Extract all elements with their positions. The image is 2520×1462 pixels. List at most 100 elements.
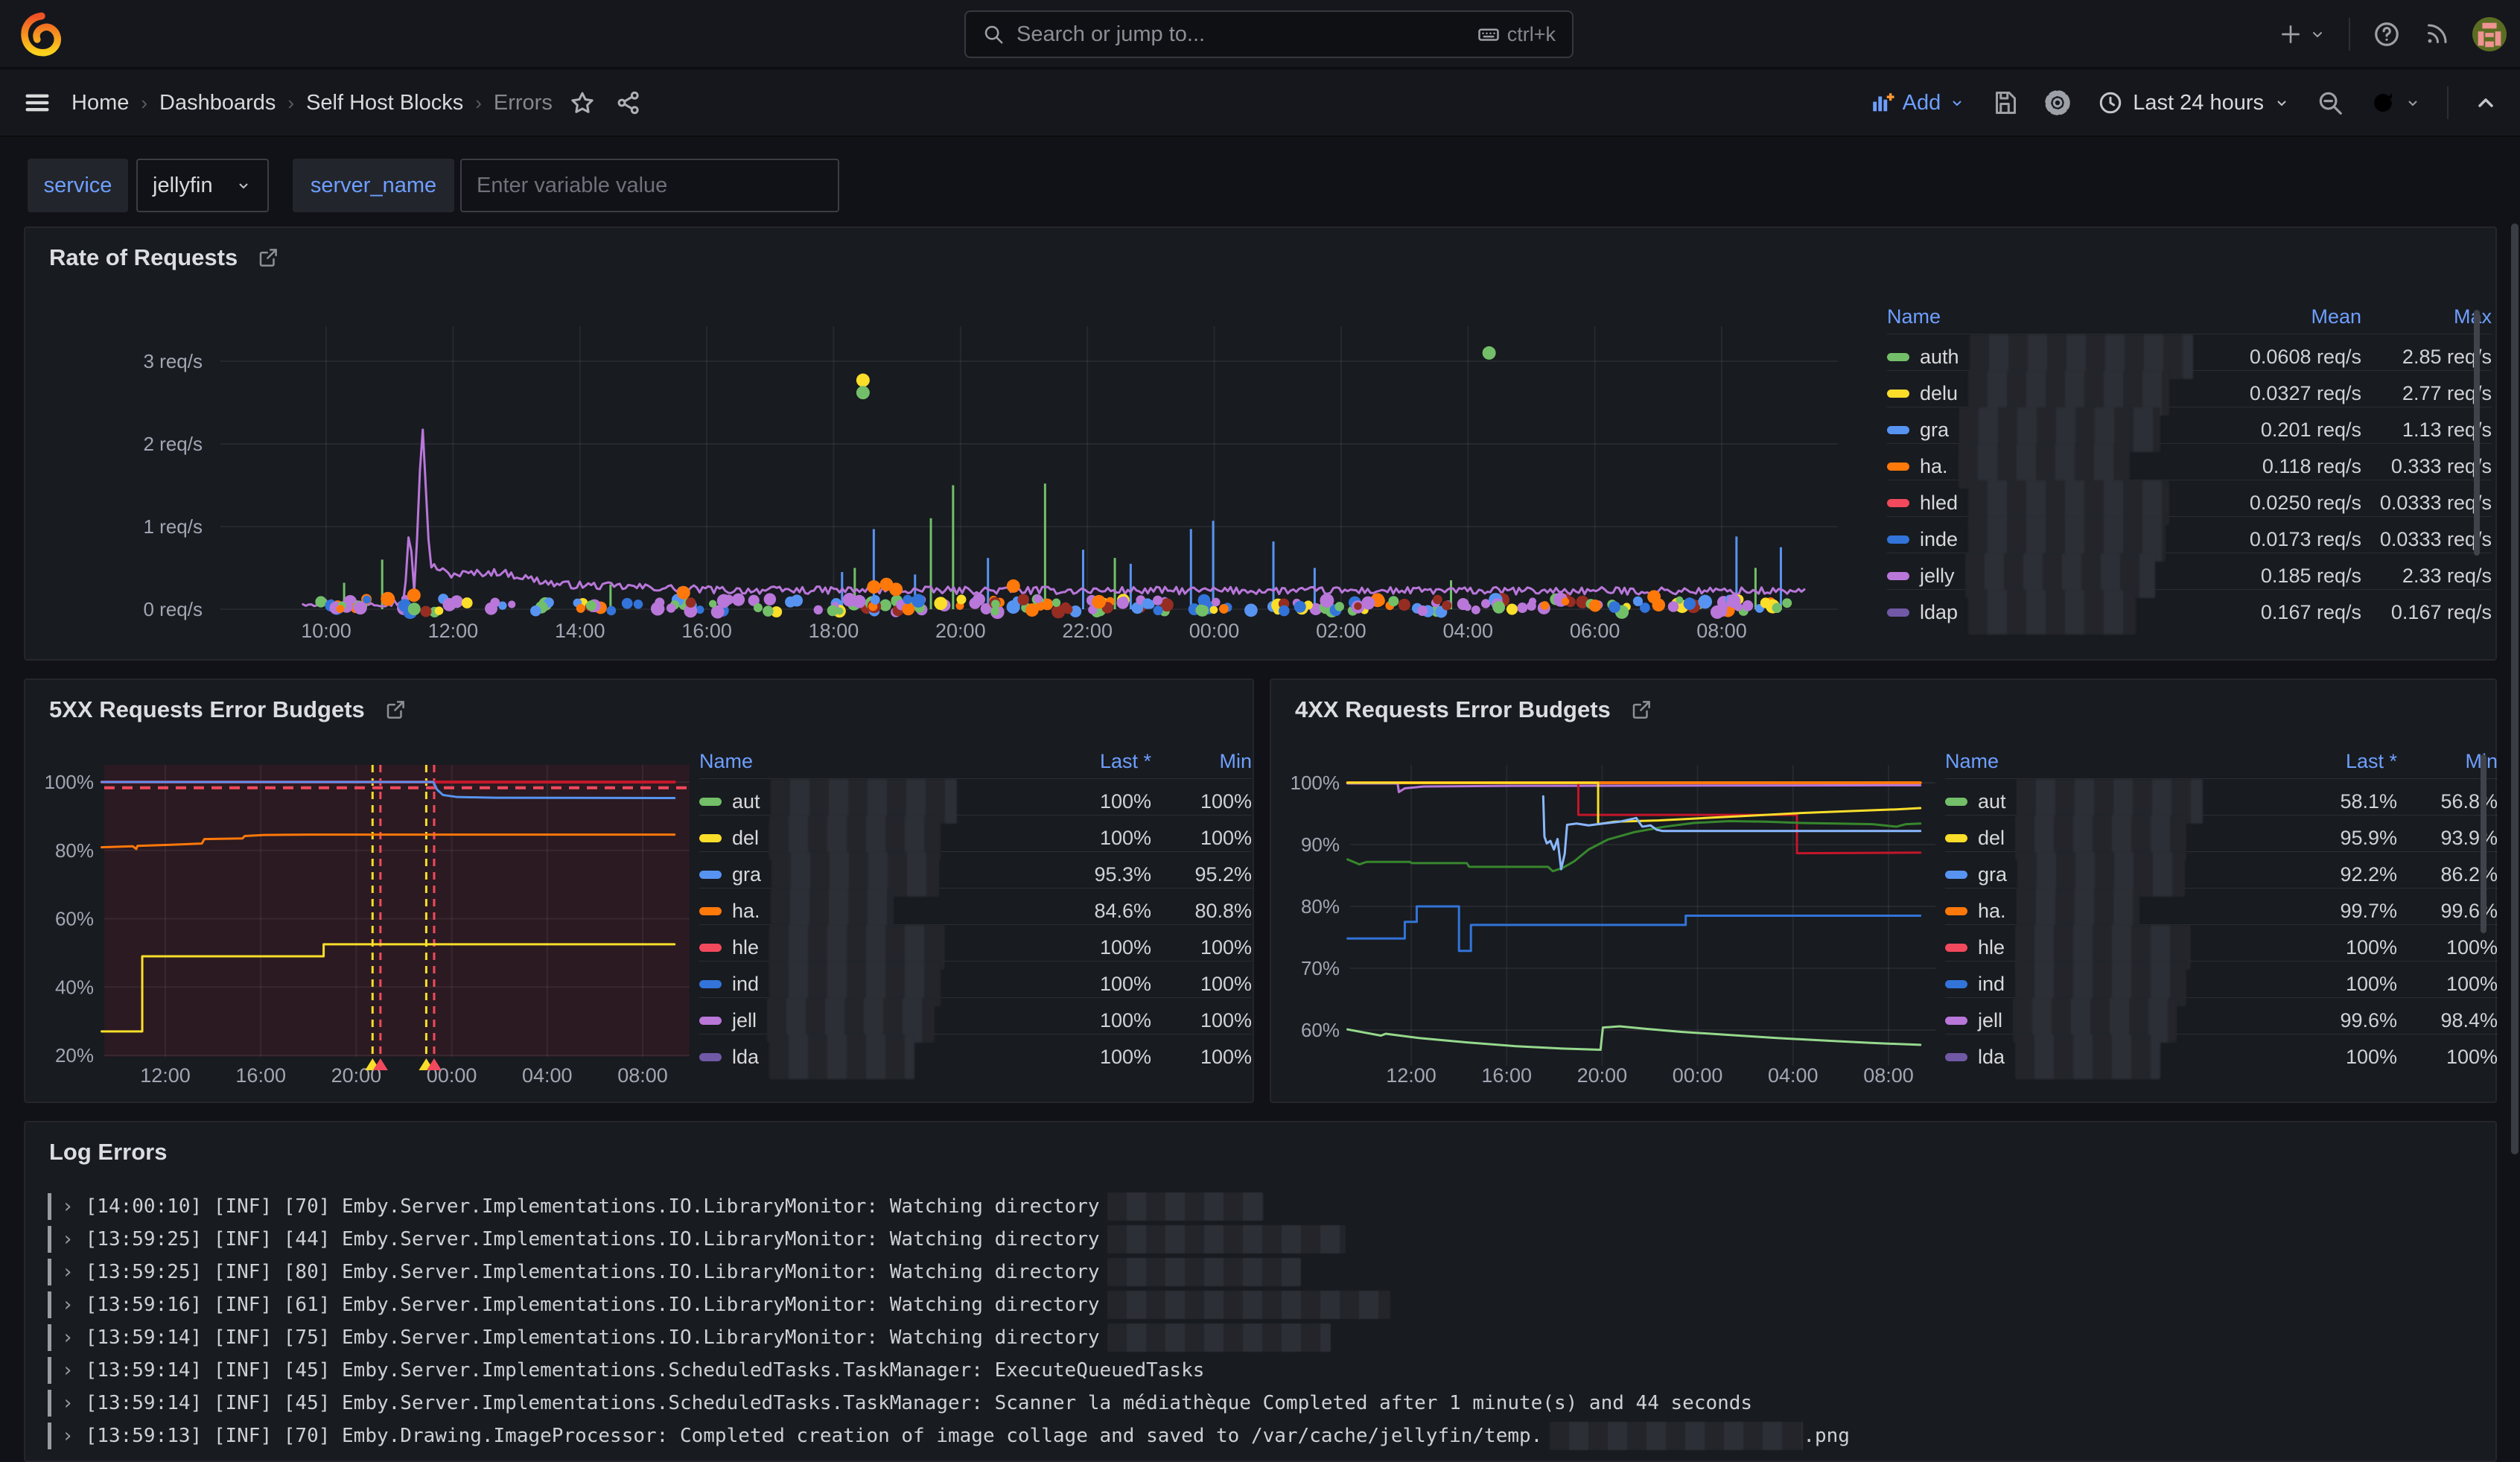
log-expand-icon[interactable]: › — [62, 1326, 74, 1349]
news-rss-icon[interactable] — [2423, 21, 2450, 48]
panel-title[interactable]: Rate of Requests — [49, 244, 279, 271]
log-row[interactable]: ›[13:59:25] [INF] [44] Emby.Server.Imple… — [48, 1224, 2473, 1255]
settings-gear-icon[interactable] — [2043, 89, 2072, 117]
svg-text:1 req/s: 1 req/s — [144, 515, 203, 538]
favorite-star-icon[interactable] — [569, 89, 596, 116]
log-row[interactable]: ›[13:59:14] [INF] [45] Emby.Server.Imple… — [48, 1388, 2473, 1419]
zoom-out-icon[interactable] — [2316, 89, 2344, 117]
server-name-input[interactable] — [477, 160, 823, 211]
clock-icon — [2097, 89, 2124, 116]
chevron-down-icon — [235, 177, 252, 194]
log-level-bar — [48, 1291, 51, 1318]
legend-col-mean[interactable]: Mean — [2201, 305, 2361, 328]
search-input[interactable] — [1016, 22, 1466, 47]
external-link-icon[interactable] — [257, 247, 279, 269]
log-expand-icon[interactable]: › — [62, 1261, 74, 1283]
log-row[interactable]: ›[14:00:10] [INF] [70] Emby.Server.Imple… — [48, 1191, 2473, 1222]
series-color-pill — [1945, 798, 1967, 806]
svg-text:2 req/s: 2 req/s — [144, 433, 203, 455]
legend-col-name[interactable]: Name — [1945, 750, 2285, 773]
series-name-prefix: del — [1978, 827, 2005, 850]
legend-col-last[interactable]: Last * — [2285, 750, 2397, 773]
legend-row: hle100%100% — [1945, 924, 2498, 961]
legend-series-name[interactable]: lda — [1945, 1034, 2285, 1079]
legend-col-name[interactable]: Name — [1887, 305, 2201, 328]
log-row[interactable]: ›[13:59:14] [INF] [75] Emby.Server.Imple… — [48, 1322, 2473, 1353]
variable-select-service[interactable]: jellyfin — [136, 159, 269, 212]
help-icon[interactable] — [2373, 20, 2401, 48]
global-search[interactable]: ctrl+k — [964, 10, 1574, 58]
panel-title[interactable]: Log Errors — [49, 1139, 167, 1166]
share-icon[interactable] — [615, 89, 642, 116]
log-expand-icon[interactable]: › — [62, 1228, 74, 1250]
external-link-icon[interactable] — [1630, 699, 1652, 721]
svg-text:08:00: 08:00 — [1696, 620, 1747, 642]
series-color-pill — [1887, 463, 1909, 471]
page-scrollbar[interactable] — [2511, 223, 2519, 1154]
panel-title[interactable]: 5XX Requests Error Budgets — [49, 696, 407, 723]
svg-text:60%: 60% — [55, 908, 94, 930]
menu-toggle-icon[interactable] — [22, 88, 52, 118]
breadcrumb-item-self-host-blocks[interactable]: Self Host Blocks — [306, 91, 463, 115]
legend-col-last[interactable]: Last * — [1040, 750, 1151, 773]
variable-input-server-name[interactable] — [460, 159, 839, 212]
external-link-icon[interactable] — [384, 699, 407, 721]
log-expand-icon[interactable]: › — [62, 1392, 74, 1414]
series-color-pill — [699, 834, 722, 842]
log-row[interactable]: ›[13:59:14] [INF] [45] Emby.Server.Imple… — [48, 1355, 2473, 1386]
user-avatar[interactable] — [2472, 17, 2507, 51]
save-dashboard-icon[interactable] — [1991, 89, 2018, 116]
log-expand-icon[interactable]: › — [62, 1195, 74, 1218]
breadcrumb: Home›Dashboards›Self Host Blocks›Errors — [71, 91, 553, 115]
series-name-prefix: gra — [1920, 419, 1949, 442]
breadcrumb-item-dashboards[interactable]: Dashboards — [159, 91, 276, 115]
redacted-text — [1107, 1291, 1390, 1319]
series-name-prefix: delu — [1920, 382, 1958, 405]
log-expand-icon[interactable]: › — [62, 1359, 74, 1382]
breadcrumb-item-errors: Errors — [494, 91, 553, 115]
log-level-bar — [48, 1324, 51, 1351]
collapse-toolbar-icon[interactable] — [2474, 91, 2498, 115]
breadcrumb-item-home[interactable]: Home — [71, 91, 129, 115]
series-name-prefix: gra — [732, 863, 761, 886]
log-text: [13:59:13] [INF] [70] Emby.Drawing.Image… — [86, 1425, 1543, 1447]
legend-row: del95.9%93.9% — [1945, 815, 2498, 851]
legend-col-min[interactable]: Min — [1151, 750, 1252, 773]
legend-series-name[interactable]: lda — [699, 1034, 1040, 1079]
legend-row: lda100%100% — [1945, 1034, 2498, 1070]
series-color-pill — [699, 798, 722, 806]
log-row[interactable]: › [13:59:13] [INF] [70] Emby.Drawing.Imag… — [48, 1420, 2473, 1452]
legend-scrollbar[interactable] — [2481, 754, 2486, 933]
err4xx-chart[interactable]: 100%90%80%70%60%12:0016:0020:0000:0004:0… — [1271, 746, 1971, 1103]
add-button[interactable]: Add — [1870, 90, 1967, 115]
series-name-prefix: auth — [1920, 346, 1959, 369]
legend-value: 2.77 req/s — [2361, 382, 2492, 405]
svg-text:20:00: 20:00 — [1577, 1064, 1628, 1087]
grafana-logo-icon[interactable] — [21, 12, 63, 57]
time-range-picker[interactable]: Last 24 hours — [2097, 89, 2291, 116]
legend-scrollbar[interactable] — [2474, 310, 2480, 556]
log-row[interactable]: ›[13:59:16] [INF] [61] Emby.Server.Imple… — [48, 1289, 2473, 1320]
series-name-prefix: lda — [1978, 1046, 2005, 1069]
legend-col-name[interactable]: Name — [699, 750, 1040, 773]
chevron-right-icon: › — [141, 92, 147, 115]
new-item-button[interactable] — [2279, 22, 2326, 46]
legend-row: hled0.0250 req/s0.0333 req/s — [1887, 480, 2492, 516]
series-color-pill — [1887, 608, 1909, 617]
legend-col-max[interactable]: Max — [2361, 305, 2492, 328]
svg-text:02:00: 02:00 — [1316, 620, 1366, 642]
refresh-button[interactable] — [2370, 89, 2422, 116]
err5xx-chart[interactable]: 100%80%60%40%20%12:0016:0020:0000:0004:0… — [25, 746, 725, 1103]
svg-text:04:00: 04:00 — [1768, 1064, 1819, 1087]
err4xx-legend: NameLast *Minaut58.1%56.8%del95.9%93.9%g… — [1945, 744, 2498, 1070]
rate-chart[interactable]: 3 req/s2 req/s1 req/s0 req/s10:0012:0014… — [25, 293, 1887, 660]
panel-title[interactable]: 4XX Requests Error Budgets — [1295, 696, 1652, 723]
log-row[interactable]: ›[13:59:25] [INF] [80] Emby.Server.Imple… — [48, 1256, 2473, 1288]
rate-legend: NameMeanMaxauth0.0608 req/s2.85 req/sdel… — [1887, 299, 2492, 626]
log-expand-icon[interactable]: › — [62, 1294, 74, 1316]
legend-value: 58.1% — [2285, 790, 2397, 813]
log-expand-icon[interactable]: › — [62, 1425, 74, 1447]
legend-row: ind100%100% — [699, 961, 1252, 997]
series-color-pill — [1945, 1017, 1967, 1025]
legend-value: 100% — [2397, 973, 2498, 996]
